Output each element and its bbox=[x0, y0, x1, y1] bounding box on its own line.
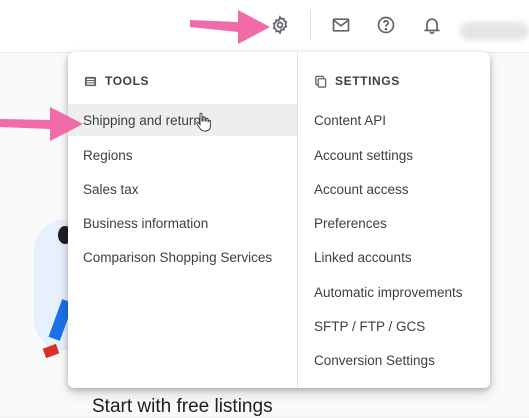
menu-item-label: Linked accounts bbox=[314, 249, 412, 265]
settings-heading: SETTINGS bbox=[314, 74, 400, 88]
tools-heading-label: TOOLS bbox=[105, 74, 150, 88]
menu-item-label: Preferences bbox=[314, 215, 387, 231]
menu-item-content-api[interactable]: Content API bbox=[298, 104, 490, 136]
menu-item-shipping-and-returns[interactable]: Shipping and returns bbox=[68, 104, 297, 136]
menu-item-sales-tax[interactable]: Sales tax bbox=[68, 173, 297, 205]
menu-item-account-access[interactable]: Account access bbox=[298, 173, 490, 205]
menu-item-label: Content API bbox=[314, 112, 387, 128]
menu-item-label: Shipping and returns bbox=[83, 112, 208, 128]
page-title: Start with free listings bbox=[92, 396, 273, 417]
annotation-arrow-icon bbox=[0, 107, 83, 141]
menu-item-label: SFTP / FTP / GCS bbox=[314, 318, 426, 334]
menu-item-label: Account access bbox=[314, 181, 409, 197]
menu-item-label: Account settings bbox=[314, 147, 414, 163]
menu-item-linked-accounts[interactable]: Linked accounts bbox=[298, 241, 490, 273]
menu-item-business-information[interactable]: Business information bbox=[68, 207, 297, 239]
menu-item-label: Conversion Settings bbox=[314, 352, 435, 368]
settings-heading-label: SETTINGS bbox=[335, 74, 400, 88]
toolbar-divider bbox=[310, 10, 311, 40]
settings-icon bbox=[315, 75, 327, 88]
tools-heading: TOOLS bbox=[84, 74, 149, 88]
menu-item-comparison-shopping-services[interactable]: Comparison Shopping Services bbox=[68, 241, 297, 273]
menu-item-preferences[interactable]: Preferences bbox=[298, 207, 490, 239]
menu-item-label: Automatic improvements bbox=[314, 284, 463, 300]
menu-item-automatic-improvements[interactable]: Automatic improvements bbox=[298, 276, 490, 308]
annotation-arrow-icon bbox=[190, 10, 270, 44]
menu-item-conversion-settings[interactable]: Conversion Settings bbox=[298, 344, 490, 376]
menu-item-label: Business information bbox=[83, 215, 209, 231]
hand-cursor-icon bbox=[196, 112, 211, 132]
account-avatar[interactable] bbox=[460, 22, 529, 40]
menu-item-label: Sales tax bbox=[83, 181, 139, 197]
tools-settings-dropdown: TOOLS Shipping and returns Regions Sales… bbox=[68, 52, 490, 388]
menu-item-label: Comparison Shopping Services bbox=[83, 249, 273, 265]
help-icon[interactable] bbox=[371, 10, 401, 40]
settings-column: SETTINGS Content API Account settings Ac… bbox=[298, 52, 490, 388]
menu-item-sftp-ftp-gcs[interactable]: SFTP / FTP / GCS bbox=[298, 310, 490, 342]
mail-icon[interactable] bbox=[326, 10, 356, 40]
bell-icon[interactable] bbox=[417, 10, 447, 40]
tools-icon bbox=[84, 76, 97, 86]
tools-column: TOOLS Shipping and returns Regions Sales… bbox=[68, 52, 297, 388]
menu-item-regions[interactable]: Regions bbox=[68, 139, 297, 171]
menu-item-label: Regions bbox=[83, 147, 133, 163]
menu-item-account-settings[interactable]: Account settings bbox=[298, 139, 490, 171]
